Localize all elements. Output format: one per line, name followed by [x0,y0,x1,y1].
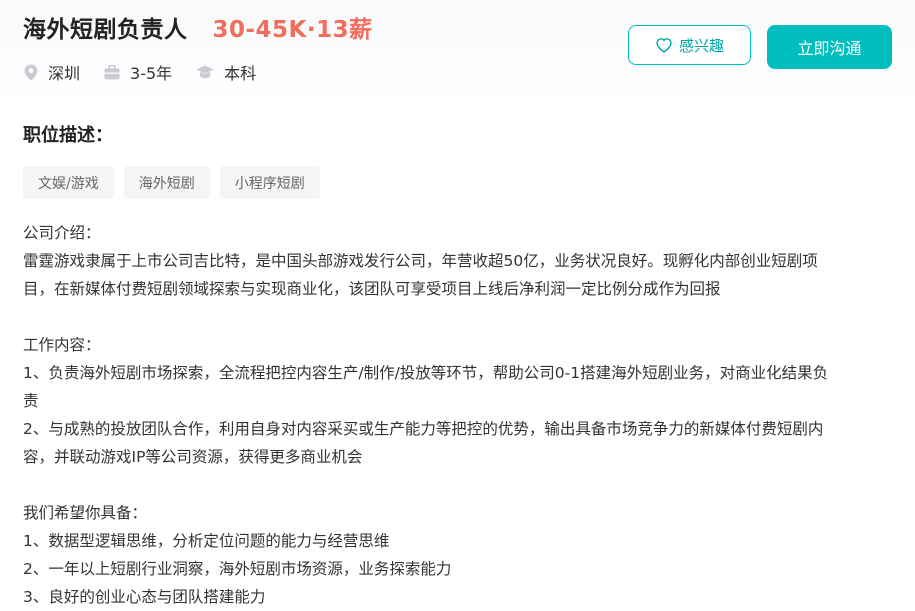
job-description: 公司介绍： 雷霆游戏隶属于上市公司吉比特，是中国头部游戏发行公司，年营收超50亿… [23,219,898,611]
job-title: 海外短剧负责人 [23,17,188,43]
work-heading: 工作内容： [23,336,101,354]
education-text: 本科 [224,64,257,83]
tag-item: 小程序短剧 [219,166,320,199]
requirement-item: 2、一年以上短剧行业洞察，海外短剧市场资源，业务探索能力 [23,560,452,578]
tag-item: 海外短剧 [123,166,210,199]
graduation-cap-icon [196,65,214,79]
work-item-line: 2、与成熟的投放团队合作，利用自身对内容采买或生产能力等把控的优势，输出具备市场… [23,420,824,438]
apply-button[interactable]: 立即沟通 [767,25,892,69]
company-text-line: 目，在新媒体付费短剧领域探索与实现商业化，该团队可享受项目上线后净利润一定比例分… [23,280,721,298]
company-text-line: 雷霆游戏隶属于上市公司吉比特，是中国头部游戏发行公司，年营收超50亿，业务状况良… [23,252,818,270]
meta-location: 深圳 [24,60,80,84]
work-item-line: 1、负责海外短剧市场探索，全流程把控内容生产/制作/投放等环节，帮助公司0-1搭… [23,364,829,382]
experience-text: 3-5年 [130,64,173,83]
tag-list: 文娱/游戏 海外短剧 小程序短剧 [23,166,330,199]
requirement-item: 1、数据型逻辑思维，分析定位问题的能力与经营思维 [23,532,390,550]
salary: 30-45K·13薪 [212,17,373,43]
title-row: 海外短剧负责人 30-45K·13薪 [23,10,373,44]
meta-experience: 3-5年 [104,60,172,84]
heart-icon [656,38,672,53]
interest-button[interactable]: 感兴趣 [628,25,751,65]
work-item-line: 责 [23,392,39,410]
company-heading: 公司介绍： [23,224,101,242]
location-text: 深圳 [48,64,81,83]
briefcase-icon [104,64,120,79]
meta-education: 本科 [196,60,256,84]
tag-item: 文娱/游戏 [23,166,114,199]
interest-button-label: 感兴趣 [678,36,724,55]
job-meta: 深圳 3-5年 本科 [24,60,280,84]
section-title: 职位描述： [23,125,113,146]
location-pin-icon [24,64,38,81]
apply-button-label: 立即沟通 [797,39,862,58]
work-item-line: 容，并联动游戏IP等公司资源，获得更多商业机会 [23,448,363,466]
requirements-heading: 我们希望你具备： [23,504,148,522]
requirement-item: 3、良好的创业心态与团队搭建能力 [23,588,266,606]
